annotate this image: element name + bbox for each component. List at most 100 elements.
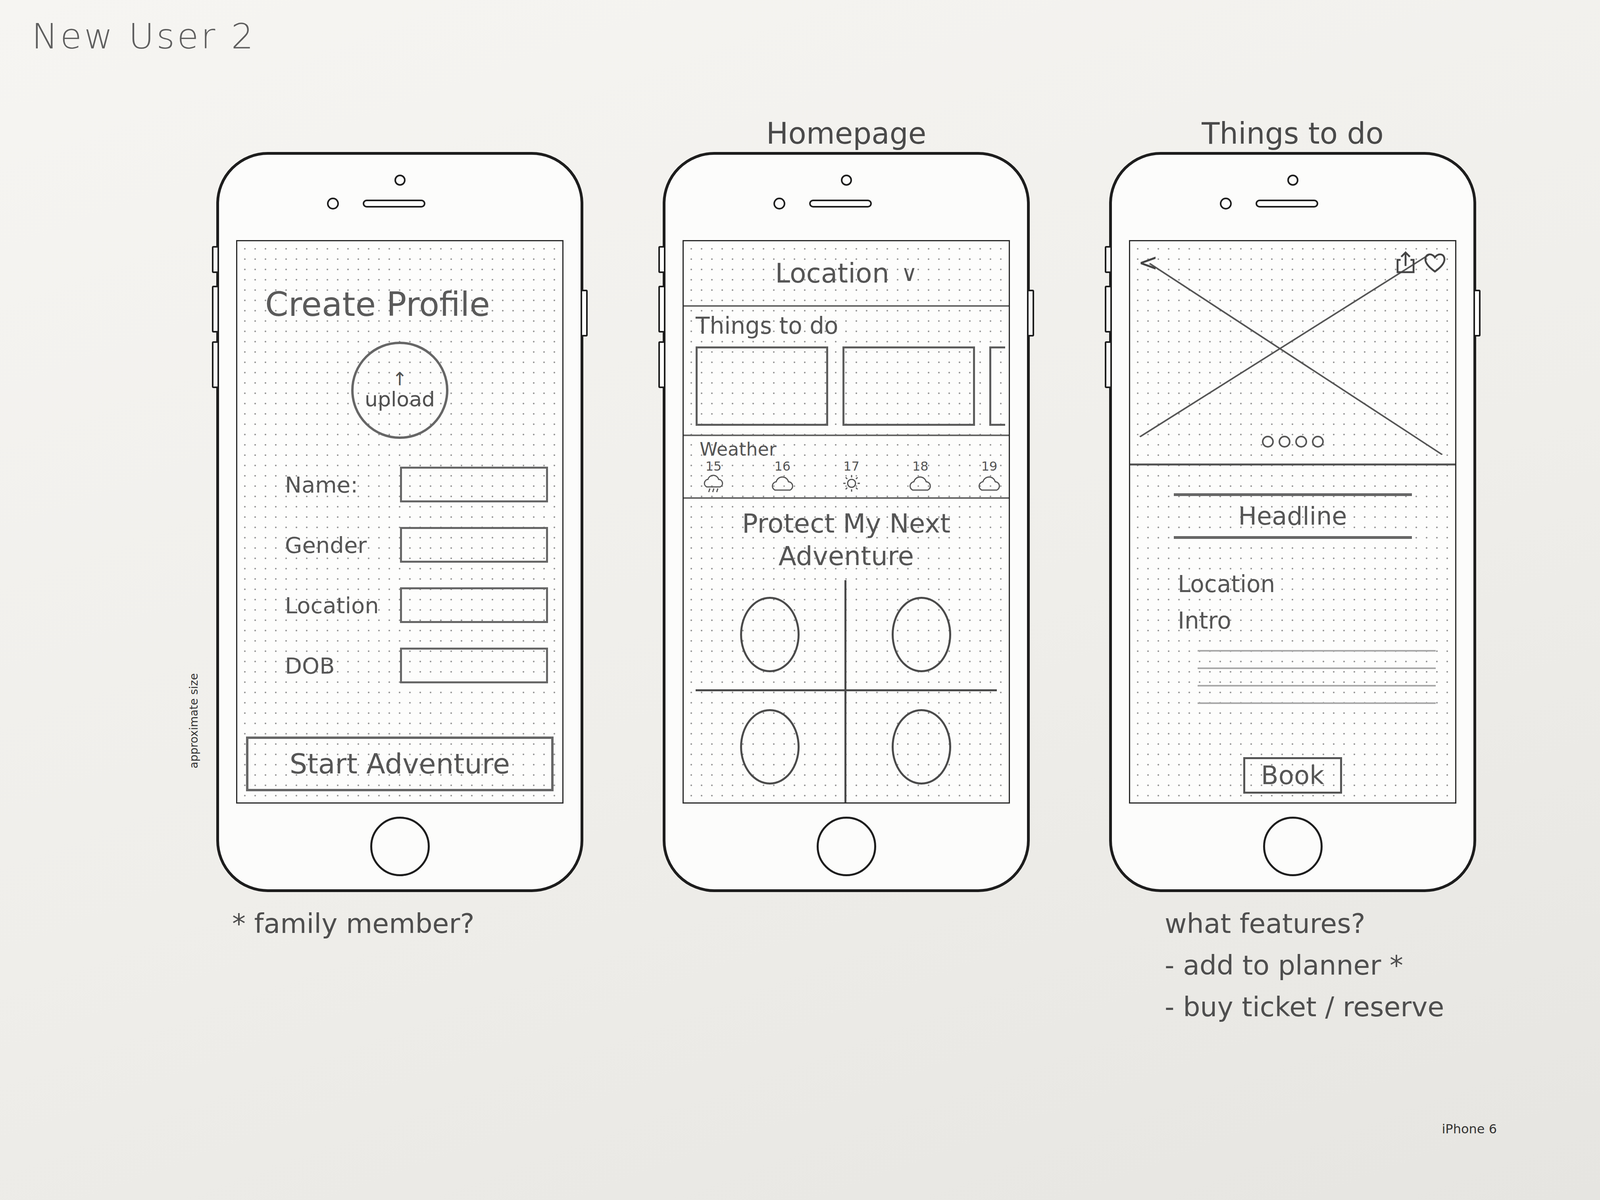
carousel-dot[interactable] xyxy=(1295,435,1308,448)
cloud-icon xyxy=(768,473,797,494)
weather-day: 18 xyxy=(906,459,935,494)
home-button[interactable] xyxy=(816,816,877,877)
screen-label-slot: Homepage xyxy=(766,104,927,152)
start-adventure-button[interactable]: Start Adventure xyxy=(246,736,554,792)
placeholder-icon xyxy=(891,596,952,673)
protect-tile[interactable] xyxy=(695,691,847,803)
protect-tile[interactable] xyxy=(846,691,998,803)
protect-title: Protect My Next Adventure xyxy=(715,507,978,574)
book-button[interactable]: Book xyxy=(1243,757,1343,794)
side-button xyxy=(211,246,220,274)
weather-day: 19 xyxy=(975,459,1004,494)
home-button[interactable] xyxy=(1263,816,1323,877)
page-title: New User 2 xyxy=(31,15,1600,57)
upload-label: upload xyxy=(364,388,435,411)
phone-top xyxy=(1111,154,1474,241)
phone-column: HomepageLocation∨Things to doWeather1516… xyxy=(662,104,1030,1023)
carousel-dot[interactable] xyxy=(1278,435,1291,448)
back-button[interactable]: < xyxy=(1138,248,1158,277)
text-line xyxy=(1197,650,1436,652)
day-number: 17 xyxy=(843,459,860,474)
things-to-do-section: Things to do xyxy=(683,306,1009,437)
rain-icon xyxy=(699,473,728,494)
caret-icon: ∨ xyxy=(901,260,918,287)
day-number: 15 xyxy=(705,459,722,474)
activity-card[interactable] xyxy=(695,346,829,426)
screen-label: Homepage xyxy=(766,117,927,152)
power-button xyxy=(1473,289,1481,337)
phone-top xyxy=(665,154,1027,241)
field-label: Location xyxy=(284,592,400,619)
sensor-icon xyxy=(840,174,852,186)
placeholder-icon xyxy=(891,709,952,785)
side-button xyxy=(1104,285,1112,333)
text-line xyxy=(1197,702,1436,704)
intro-text: Intro xyxy=(1130,607,1456,635)
card-carousel xyxy=(695,346,1009,426)
carousel-dot[interactable] xyxy=(1261,435,1274,448)
heart-icon[interactable] xyxy=(1422,250,1448,275)
lens-row xyxy=(326,197,426,210)
cloud-icon xyxy=(975,473,1004,494)
location-selector[interactable]: Location ∨ xyxy=(683,241,1009,307)
upload-avatar-button[interactable]: ↑upload xyxy=(351,341,449,439)
phone-frame: < Headline Location Intro Book xyxy=(1109,151,1477,893)
template-footer: iPhone 6 xyxy=(31,1121,1600,1153)
approximate-size-note: approximate size xyxy=(187,667,201,775)
lens-row xyxy=(1219,197,1319,210)
phone-top xyxy=(219,154,581,241)
weather-day: 16 xyxy=(768,459,797,494)
field-input[interactable] xyxy=(400,526,549,563)
annotation: * family member? xyxy=(216,907,584,940)
text-line xyxy=(1197,684,1436,687)
annotation: what features?- add to planner *- buy ti… xyxy=(1109,907,1477,1023)
side-button xyxy=(211,341,220,389)
create-profile-heading: Create Profile xyxy=(237,241,563,324)
camera-icon xyxy=(326,197,339,210)
field-input[interactable] xyxy=(400,647,549,684)
sensor-icon xyxy=(1287,174,1299,186)
image-carousel[interactable]: < xyxy=(1130,241,1456,466)
section-title: Things to do xyxy=(695,312,1009,340)
field-input[interactable] xyxy=(400,466,549,503)
screen-label-slot: Things to do xyxy=(1201,104,1384,152)
power-button xyxy=(580,289,588,337)
screen: Create Profile↑uploadName:GenderLocation… xyxy=(236,240,564,804)
protect-grid xyxy=(695,580,997,803)
lens-row xyxy=(773,197,872,210)
cloud-icon xyxy=(906,473,935,494)
carousel-dots xyxy=(1130,435,1456,448)
protect-tile[interactable] xyxy=(846,580,998,692)
activity-card[interactable] xyxy=(842,346,975,426)
carousel-dot[interactable] xyxy=(1311,435,1324,448)
screen: Location∨Things to doWeather1516171819Pr… xyxy=(682,240,1010,804)
camera-icon xyxy=(1219,197,1232,210)
placeholder-icon xyxy=(740,596,800,673)
phone-bottom xyxy=(816,803,877,890)
phone-column: approximate sizeCreate Profile↑uploadNam… xyxy=(216,104,584,1023)
device-model: iPhone 6 xyxy=(1441,1121,1497,1137)
protect-tile[interactable] xyxy=(695,580,847,692)
speaker-icon xyxy=(1255,199,1319,208)
sensor-icon xyxy=(394,174,406,186)
location-label: Location xyxy=(775,257,890,289)
activity-card[interactable] xyxy=(989,346,1006,426)
intro-placeholder xyxy=(1197,650,1456,704)
side-button xyxy=(658,246,666,274)
location-text: Location xyxy=(1130,570,1456,598)
field-input[interactable] xyxy=(400,587,549,624)
speaker-icon xyxy=(809,199,872,208)
weather-section: Weather1516171819 xyxy=(683,436,1009,499)
share-icon[interactable] xyxy=(1393,250,1418,275)
home-button[interactable] xyxy=(370,816,430,877)
camera-icon xyxy=(773,197,786,210)
placeholder-icon xyxy=(740,709,800,785)
headline-block: Headline xyxy=(1173,493,1412,539)
side-button xyxy=(1104,341,1112,389)
action-icons xyxy=(1393,250,1448,275)
day-number: 18 xyxy=(912,459,929,474)
upload-arrow-icon: ↑ xyxy=(392,369,408,389)
screen-label: Things to do xyxy=(1201,117,1384,152)
weather-days: 15 16 17 18 19 xyxy=(699,459,1004,494)
screen: < Headline Location Intro Book xyxy=(1128,240,1457,804)
